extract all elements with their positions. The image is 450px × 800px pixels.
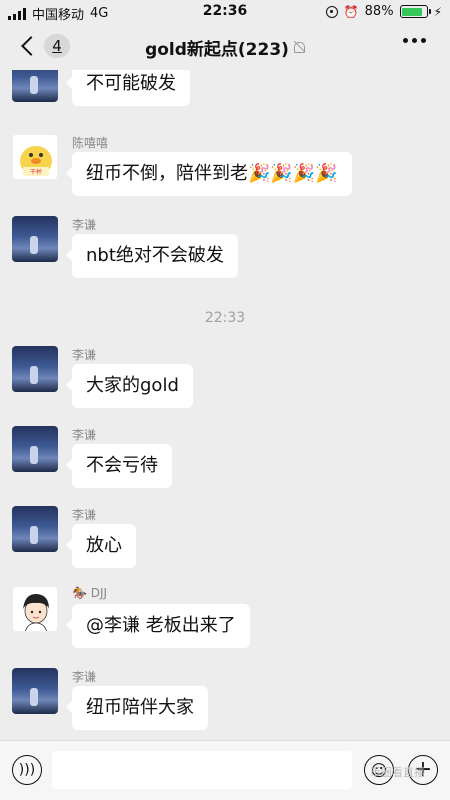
battery-icon bbox=[399, 5, 431, 18]
person-icon bbox=[23, 593, 49, 631]
time-separator: 22:33 bbox=[204, 310, 246, 326]
sender-avatar[interactable] bbox=[12, 426, 58, 472]
chat-header: 4 gold新起点(223) bbox=[0, 24, 450, 70]
message-bubble[interactable]: 大家的gold bbox=[66, 364, 193, 408]
horse-icon: 🏇 bbox=[72, 586, 87, 600]
sender-name: 李谦 bbox=[72, 218, 97, 232]
sender-avatar[interactable] bbox=[12, 216, 58, 262]
more-dots-icon bbox=[403, 38, 408, 43]
sender-name-text: DJJ bbox=[90, 586, 108, 600]
sender-name: 李谦 bbox=[72, 670, 97, 684]
sender-name: 李谦 bbox=[72, 348, 97, 362]
message-bubble[interactable]: 纽币不倒，陪伴到老🎉🎉🎉🎉 bbox=[66, 152, 352, 196]
watermark: 币圈看直播 bbox=[370, 766, 425, 779]
sender-name: 陈嘻嘻 bbox=[72, 136, 109, 150]
message-bubble[interactable]: 放心 bbox=[66, 524, 136, 568]
alarm-icon: ⏰ bbox=[343, 4, 359, 19]
sender-name: 李谦 bbox=[72, 428, 97, 442]
duck-label: 干杯 bbox=[30, 168, 42, 176]
sender-avatar[interactable] bbox=[12, 70, 58, 102]
message-bubble[interactable]: 不可能破发 bbox=[66, 70, 190, 106]
mute-icon bbox=[293, 41, 305, 53]
back-button[interactable]: 4 bbox=[20, 34, 70, 58]
message-bubble[interactable]: 不会亏待 bbox=[66, 444, 172, 488]
voice-button[interactable]: ))) bbox=[12, 755, 42, 785]
sender-avatar[interactable] bbox=[12, 668, 58, 714]
duck-icon: 干杯 bbox=[20, 146, 52, 176]
voice-icon: ))) bbox=[18, 762, 36, 778]
status-bar: 中国移动 4G 22:36 ⏰ 88% ⚡ bbox=[0, 0, 450, 24]
message-bubble[interactable]: nbt绝对不会破发 bbox=[66, 234, 238, 278]
chat-title-text: gold新起点(223) bbox=[145, 39, 289, 60]
message-input[interactable] bbox=[52, 751, 352, 789]
unread-badge: 4 bbox=[44, 34, 70, 58]
message-list[interactable]: 不可能破发 干杯 陈嘻嘻 纽币不倒，陪伴到老🎉🎉🎉🎉 李谦 nbt绝对不会破发 … bbox=[0, 70, 450, 740]
sender-avatar[interactable] bbox=[12, 346, 58, 392]
sender-name: 李谦 bbox=[72, 508, 97, 522]
message-bubble[interactable]: @李谦 老板出来了 bbox=[66, 604, 250, 648]
status-right: ⏰ 88% ⚡ bbox=[325, 4, 442, 19]
sender-avatar[interactable] bbox=[12, 586, 58, 632]
more-options-button[interactable] bbox=[403, 38, 426, 43]
location-lock-icon bbox=[325, 5, 338, 18]
battery-percent: 88% bbox=[364, 4, 394, 19]
sender-avatar[interactable] bbox=[12, 506, 58, 552]
chat-title: gold新起点(223) bbox=[145, 35, 305, 60]
sender-name: 🏇 DJJ bbox=[72, 586, 107, 600]
sender-avatar[interactable]: 干杯 bbox=[12, 134, 58, 180]
chevron-left-icon bbox=[21, 36, 41, 56]
charging-icon: ⚡ bbox=[433, 4, 442, 19]
message-bubble[interactable]: 纽币陪伴大家 bbox=[66, 686, 208, 730]
